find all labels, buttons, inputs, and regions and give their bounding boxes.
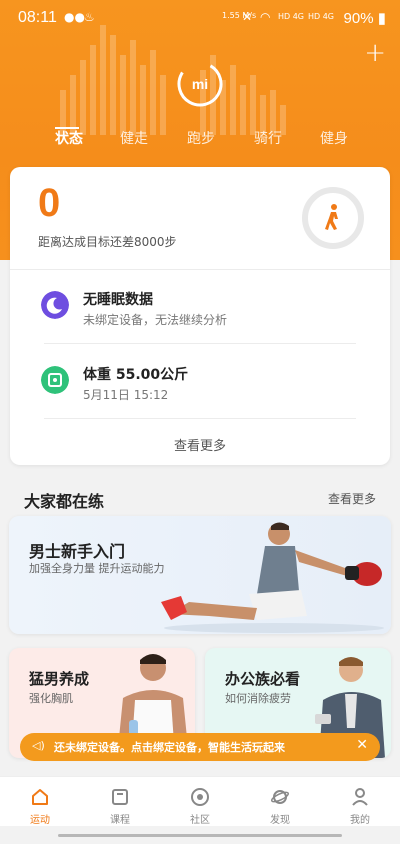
sleep-title: 无睡眠数据 <box>83 292 153 308</box>
planet-icon <box>270 790 290 804</box>
promo-title: 猛男养成 <box>29 670 90 688</box>
walk-ring-button[interactable] <box>300 185 366 251</box>
wifi-icon: ◠ <box>260 10 271 24</box>
gesture-handle[interactable] <box>238 834 342 837</box>
sport-tabs: 状态 健走 跑步 骑行 健身 <box>0 128 400 158</box>
promo-subtitle: 加强全身力量 提升运动能力 <box>29 562 165 575</box>
status-bar: 08:11 ●● ♨ 1.55 M/s ✕ ◠ HD 4G HD 4G 90% … <box>0 0 400 36</box>
see-more-link[interactable]: 查看更多 <box>10 435 390 454</box>
gesture-bar <box>0 826 400 844</box>
tab-status[interactable]: 状态 <box>55 128 83 148</box>
nav-discover[interactable]: 发现 <box>250 777 310 827</box>
nav-label: 课程 <box>110 815 130 826</box>
divider <box>44 418 356 419</box>
status-card: 0 距离达成目标还差8000步 无睡眠数据 未绑定设备，无法继续分析 体重 55… <box>10 167 390 465</box>
battery-level: 90% ▮ <box>343 10 386 27</box>
active-tab-indicator <box>55 127 79 129</box>
add-button[interactable]: + <box>364 40 386 66</box>
step-goal-text: 距离达成目标还差8000步 <box>38 235 177 249</box>
nav-course[interactable]: 课程 <box>90 777 150 827</box>
svg-text:mi: mi <box>192 76 208 92</box>
tab-cycle[interactable]: 骑行 <box>254 128 282 148</box>
nav-label: 发现 <box>270 815 290 826</box>
community-icon <box>191 788 209 806</box>
tab-fitness[interactable]: 健身 <box>320 128 348 148</box>
promo-title: 男士新手入门 <box>29 542 126 561</box>
tab-walk[interactable]: 健走 <box>120 128 148 148</box>
signal-2: HD 4G <box>308 12 335 21</box>
promo-title: 办公族必看 <box>225 670 301 688</box>
promo-subtitle: 如何消除疲劳 <box>225 692 291 705</box>
wechat-icon: ●● <box>64 10 85 24</box>
nav-label: 我的 <box>350 815 370 826</box>
book-icon <box>112 789 128 805</box>
tab-run[interactable]: 跑步 <box>187 128 215 148</box>
promo-subtitle: 强化胸肌 <box>29 692 73 705</box>
mute-icon: ✕ <box>242 10 253 24</box>
section-see-more-link[interactable]: 查看更多 <box>328 490 376 507</box>
nav-profile[interactable]: 我的 <box>330 777 390 827</box>
mi-logo: mi <box>177 61 223 107</box>
weight-date: 5月11日 15:12 <box>83 388 169 402</box>
scale-icon <box>41 366 69 394</box>
app-notification-icon: ♨ <box>84 10 95 24</box>
gesture-handle[interactable] <box>148 834 252 837</box>
moon-icon <box>41 291 69 319</box>
weight-title: 体重 55.00公斤 <box>83 367 189 383</box>
signal-1: HD 4G <box>278 12 305 21</box>
bind-device-banner[interactable]: ◁) 还未绑定设备。点击绑定设备，智能生活玩起来 ✕ <box>20 733 380 761</box>
status-time: 08:11 <box>18 9 57 26</box>
nav-label: 运动 <box>30 815 50 826</box>
user-icon <box>352 788 368 806</box>
divider <box>10 269 390 270</box>
athlete-image <box>161 522 384 633</box>
banner-text: 还未绑定设备。点击绑定设备，智能生活玩起来 <box>54 741 285 754</box>
bottom-nav: 运动 课程 社区 发现 我的 <box>0 776 400 826</box>
nav-community[interactable]: 社区 <box>170 777 230 827</box>
gesture-handle[interactable] <box>58 834 162 837</box>
step-count[interactable]: 0 <box>38 181 60 226</box>
home-icon <box>32 789 48 805</box>
promo-card-beginner[interactable]: 男士新手入门 加强全身力量 提升运动能力 <box>9 516 391 634</box>
sleep-subtitle: 未绑定设备，无法继续分析 <box>83 313 228 327</box>
divider <box>44 343 356 344</box>
section-title: 大家都在练 <box>24 492 105 511</box>
nav-sport[interactable]: 运动 <box>10 777 70 827</box>
close-icon[interactable]: ✕ <box>356 737 368 753</box>
nav-label: 社区 <box>190 815 210 826</box>
speaker-icon: ◁) <box>32 739 45 752</box>
